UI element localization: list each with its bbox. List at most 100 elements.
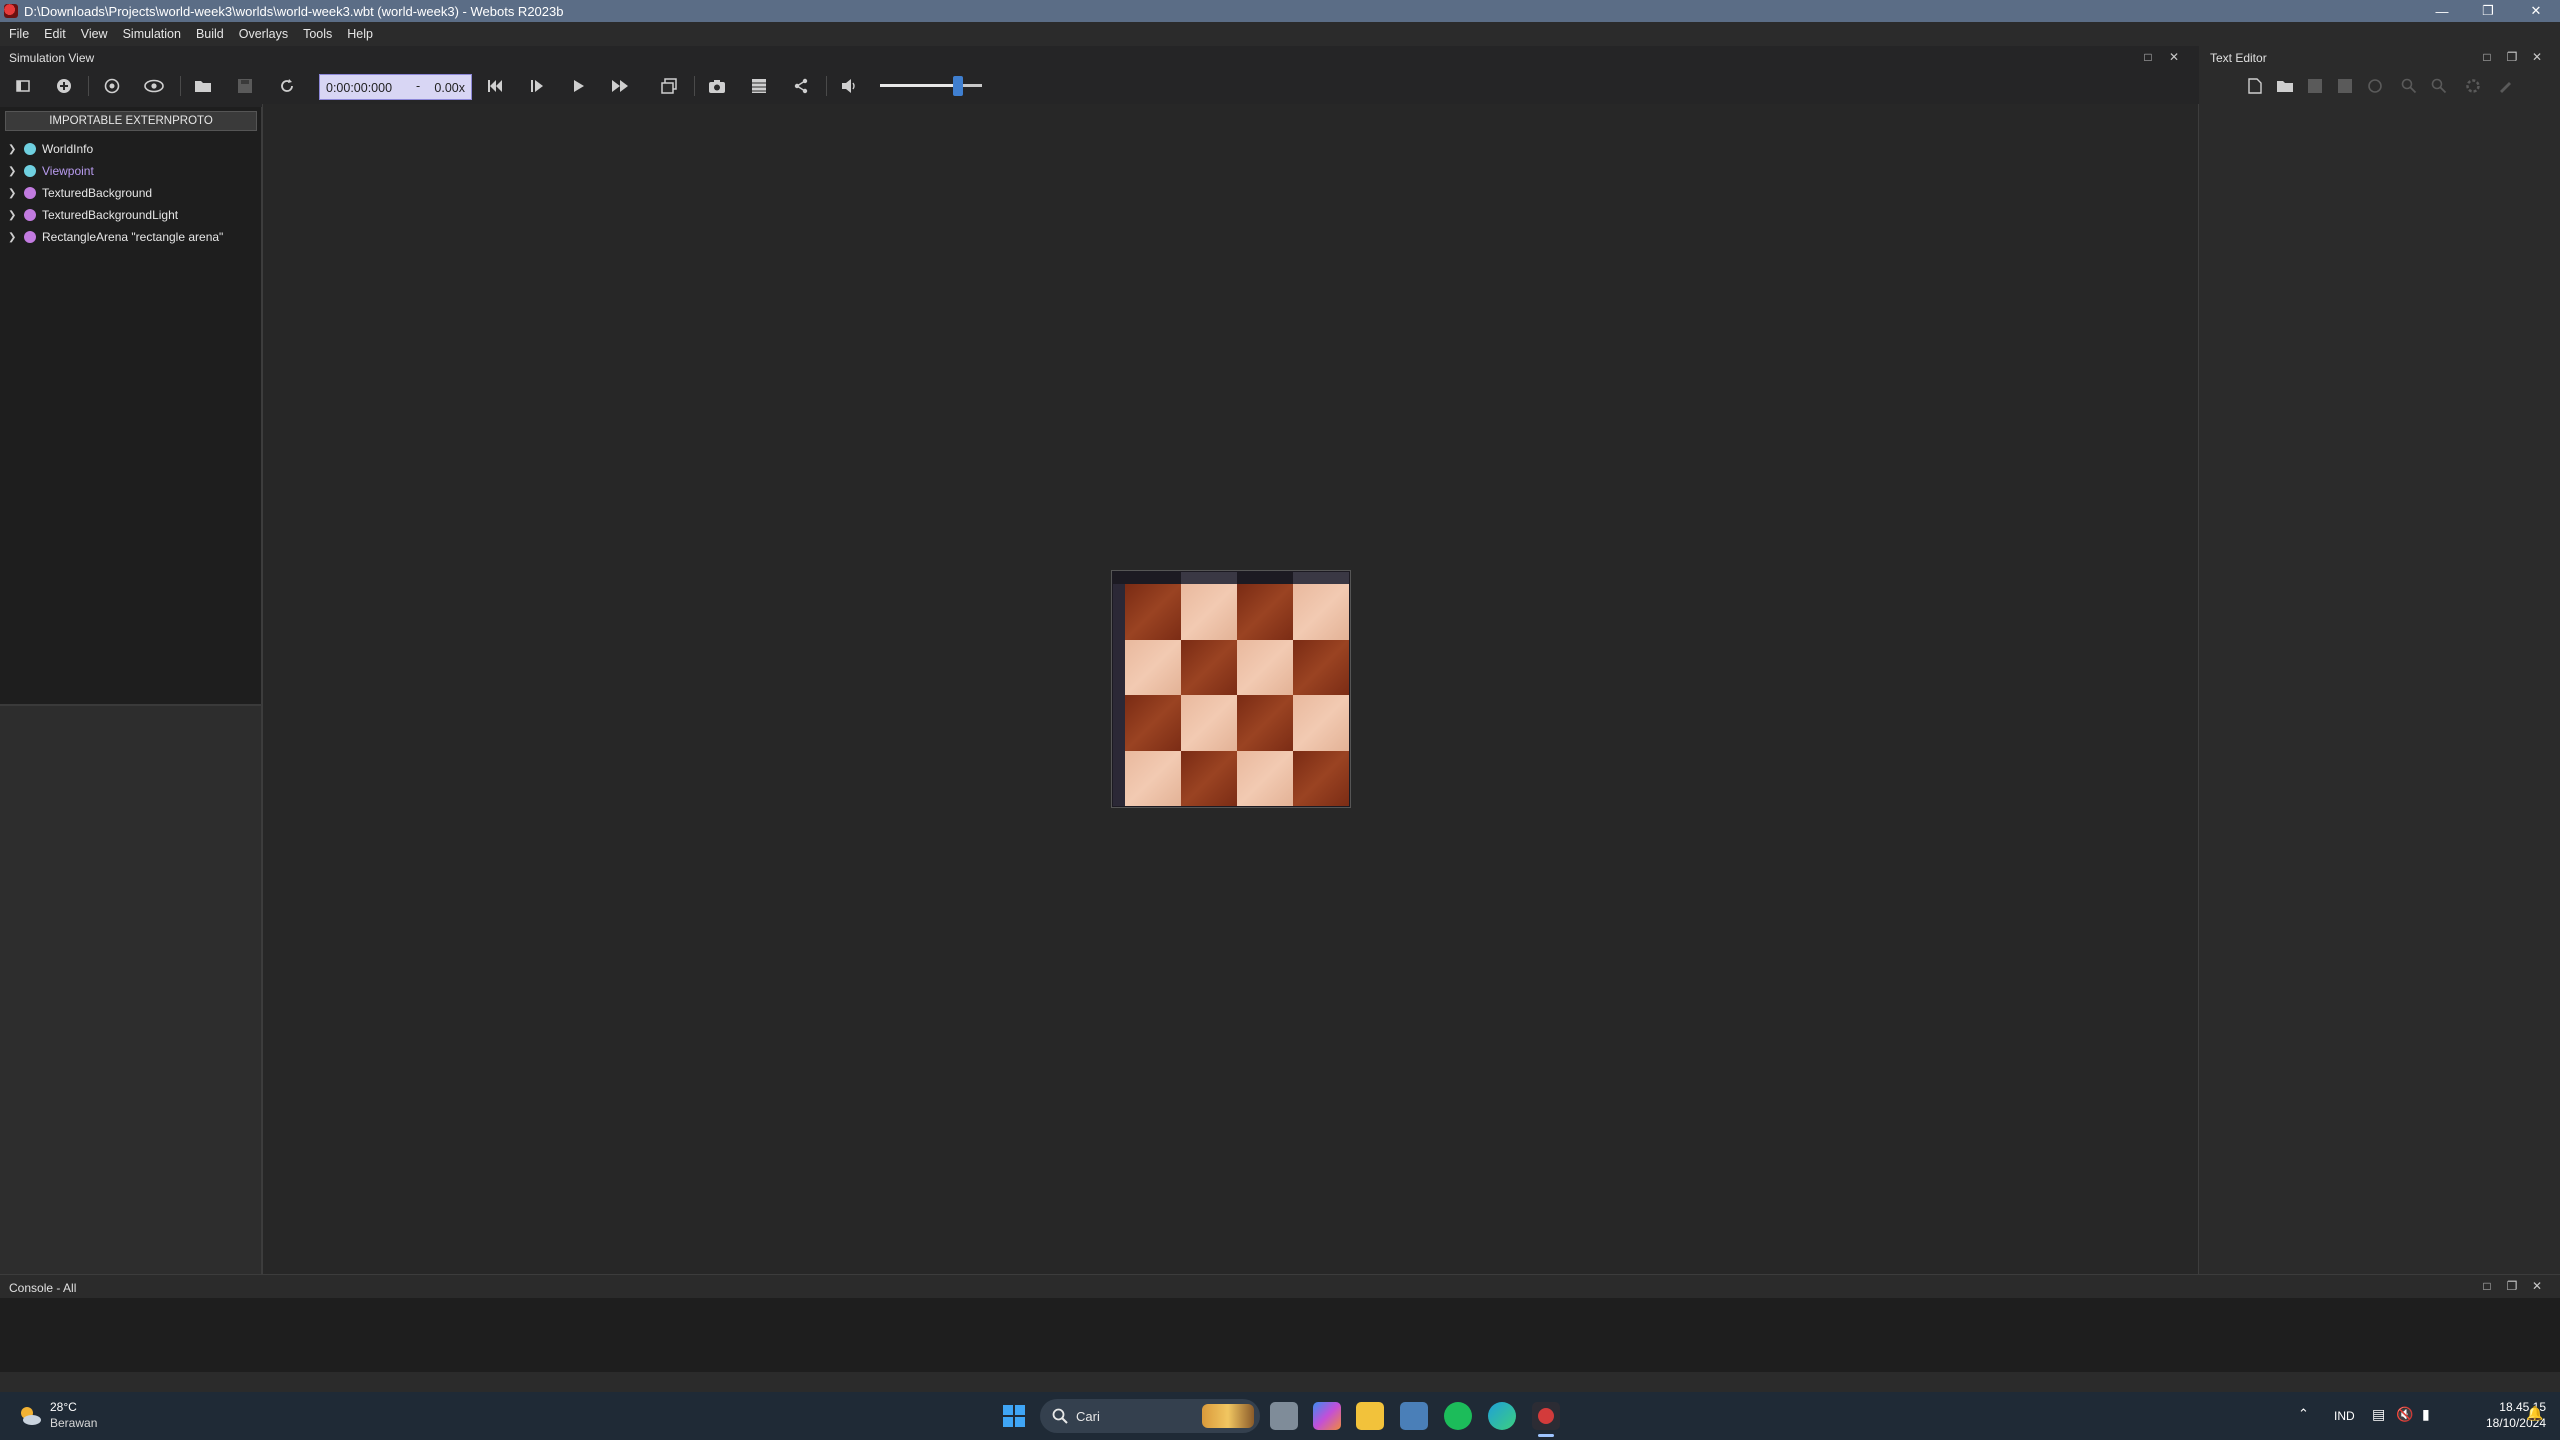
add-node-icon[interactable] <box>53 75 75 97</box>
menu-view[interactable]: View <box>72 27 114 41</box>
menu-overlays[interactable]: Overlays <box>230 27 294 41</box>
close-dock-icon[interactable]: ✕ <box>2167 50 2181 64</box>
text-editor-title: Text Editor <box>2210 51 2267 65</box>
chevron-right-icon[interactable]: ❯ <box>8 166 18 177</box>
tree-node-label: TexturedBackground <box>42 186 153 200</box>
fast-forward-icon[interactable] <box>610 75 632 97</box>
save-as-icon[interactable] <box>2334 75 2356 97</box>
tree-node-worldinfo[interactable]: ❯ WorldInfo <box>0 139 262 159</box>
search-icon <box>1052 1408 1068 1424</box>
volume-slider-fill <box>880 84 958 87</box>
maximize-dock-icon[interactable]: □ <box>2480 50 2494 64</box>
node-icon <box>24 143 36 155</box>
menu-help[interactable]: Help <box>338 27 379 41</box>
notifications-bell-icon[interactable]: 🔔 <box>2526 1405 2543 1422</box>
maximize-dock-icon[interactable]: □ <box>2480 1279 2494 1293</box>
console-header: Console - All □ ❐ ✕ <box>0 1274 2560 1298</box>
close-dock-icon[interactable]: ✕ <box>2530 50 2544 64</box>
open-file-icon[interactable] <box>2274 75 2296 97</box>
menu-bar: File Edit View Simulation Build Overlays… <box>0 22 2560 46</box>
tree-node-label: WorldInfo <box>42 142 94 156</box>
active-app-indicator <box>1538 1434 1554 1437</box>
tree-node-label: TexturedBackgroundLight <box>42 208 179 222</box>
step-back-icon[interactable] <box>484 75 506 97</box>
importable-externproto-button[interactable]: IMPORTABLE EXTERNPROTO <box>5 111 257 131</box>
menu-file[interactable]: File <box>0 27 35 41</box>
windows-start-icon[interactable] <box>1000 1402 1028 1430</box>
volume-muted-icon[interactable]: 🔇 <box>2396 1406 2413 1423</box>
battery-icon[interactable]: ▮ <box>2422 1406 2430 1423</box>
proto-node-icon <box>24 209 36 221</box>
chevron-right-icon[interactable]: ❯ <box>8 188 18 199</box>
title-bar: D:\Downloads\Projects\world-week3\worlds… <box>0 0 2560 22</box>
edge-browser-icon[interactable] <box>1488 1402 1516 1430</box>
tree-node-texturedbackground[interactable]: ❯ TexturedBackground <box>0 183 262 203</box>
float-dock-icon[interactable]: ❐ <box>2505 50 2519 64</box>
console-output[interactable] <box>0 1298 2560 1372</box>
tree-node-label: RectangleArena "rectangle arena" <box>42 230 224 244</box>
search-placeholder: Cari <box>1076 1409 1100 1424</box>
tree-node-rectanglearena[interactable]: ❯ RectangleArena "rectangle arena" <box>0 227 262 247</box>
simulation-view-title: Simulation View <box>9 51 95 65</box>
file-explorer-icon[interactable] <box>1356 1402 1384 1430</box>
replace-icon[interactable] <box>2428 75 2450 97</box>
reset-simulation-icon[interactable] <box>276 75 298 97</box>
taskbar-search[interactable]: Cari <box>1040 1399 1260 1433</box>
screenshot-camera-icon[interactable] <box>706 75 728 97</box>
close-window-button[interactable]: ✕ <box>2514 0 2558 22</box>
copilot-icon[interactable] <box>1313 1402 1341 1430</box>
menu-tools[interactable]: Tools <box>294 27 338 41</box>
arena-checkered-floor <box>1125 584 1349 806</box>
play-icon[interactable] <box>568 75 590 97</box>
toggle-scene-tree-icon[interactable] <box>12 75 34 97</box>
record-movie-icon[interactable] <box>748 75 770 97</box>
save-world-icon[interactable] <box>234 75 256 97</box>
rendering-toggle-icon[interactable] <box>658 75 680 97</box>
open-world-icon[interactable] <box>192 75 214 97</box>
menu-edit[interactable]: Edit <box>35 27 72 41</box>
revert-file-icon[interactable] <box>2364 75 2386 97</box>
float-dock-icon[interactable]: ❐ <box>2505 1279 2519 1293</box>
weather-icon[interactable] <box>16 1402 44 1430</box>
menu-simulation[interactable]: Simulation <box>114 27 187 41</box>
console-title: Console - All <box>9 1281 77 1295</box>
text-editor-panel <box>2199 46 2560 1274</box>
language-indicator[interactable]: IND <box>2334 1409 2355 1423</box>
restore-button[interactable]: ❐ <box>2466 0 2510 22</box>
arena-wall-left <box>1113 584 1125 806</box>
step-icon[interactable] <box>526 75 548 97</box>
tree-node-viewpoint[interactable]: ❯ Viewpoint <box>0 161 262 181</box>
clean-broom-icon[interactable] <box>2494 75 2516 97</box>
simulation-time: 0:00:00:000 <box>326 81 393 95</box>
show-hidden-icons-chevron-icon[interactable]: ⌃ <box>2298 1406 2309 1422</box>
close-dock-icon[interactable]: ✕ <box>2530 1279 2544 1293</box>
chevron-right-icon[interactable]: ❯ <box>8 232 18 243</box>
task-view-icon[interactable] <box>1270 1402 1298 1430</box>
volume-slider-handle[interactable] <box>953 76 963 96</box>
minimize-button[interactable]: — <box>2420 0 2464 22</box>
chevron-right-icon[interactable]: ❯ <box>8 210 18 221</box>
tree-node-texturedbackgroundlight[interactable]: ❯ TexturedBackgroundLight <box>0 205 262 225</box>
share-icon[interactable] <box>790 75 812 97</box>
webots-taskbar-icon[interactable] <box>1532 1402 1560 1430</box>
find-icon[interactable] <box>2398 75 2420 97</box>
search-highlight-image <box>1202 1404 1254 1428</box>
build-gear-icon[interactable] <box>2462 75 2484 97</box>
maximize-dock-icon[interactable]: □ <box>2141 50 2155 64</box>
weather-temperature[interactable]: 28°C <box>50 1400 77 1414</box>
simulation-speed: 0.00x <box>434 81 465 95</box>
network-icon[interactable]: ▤ <box>2372 1406 2385 1423</box>
proto-node-icon <box>24 187 36 199</box>
save-file-icon[interactable] <box>2304 75 2326 97</box>
sound-volume-icon[interactable] <box>838 75 860 97</box>
chevron-right-icon[interactable]: ❯ <box>8 144 18 155</box>
whatsapp-icon[interactable] <box>1444 1402 1472 1430</box>
simulation-time-display: 0:00:00:000 - 0.00x <box>319 74 472 100</box>
weather-description[interactable]: Berawan <box>50 1416 97 1430</box>
new-file-icon[interactable] <box>2244 75 2266 97</box>
view-eye-icon[interactable] <box>143 75 165 97</box>
photos-icon[interactable] <box>1400 1402 1428 1430</box>
reload-world-icon[interactable] <box>101 75 123 97</box>
menu-build[interactable]: Build <box>187 27 230 41</box>
node-icon <box>24 165 36 177</box>
